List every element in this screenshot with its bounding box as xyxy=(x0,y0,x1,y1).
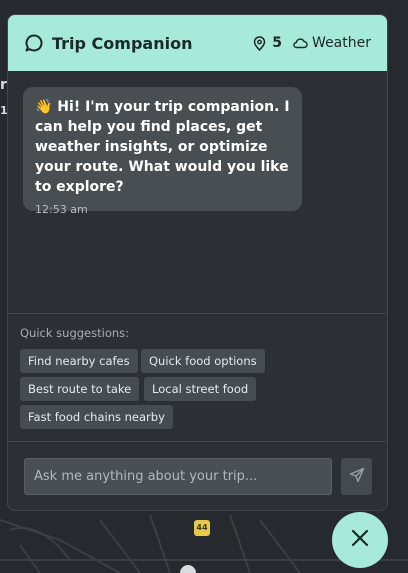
chat-input[interactable] xyxy=(24,458,332,495)
divider xyxy=(8,441,387,442)
message-text: 👋 Hi! I'm your trip companion. I can hel… xyxy=(35,99,290,195)
assistant-message-bubble: 👋 Hi! I'm your trip companion. I can hel… xyxy=(23,87,302,216)
quick-suggestions-label: Quick suggestions: xyxy=(20,326,130,340)
location-marker[interactable] xyxy=(180,565,196,573)
map-pin-icon xyxy=(252,35,267,51)
send-icon xyxy=(349,467,365,487)
panel-header: Trip Companion 5 Weather xyxy=(8,15,387,71)
cloud-icon xyxy=(292,36,308,50)
suggestion-chip[interactable]: Find nearby cafes xyxy=(20,349,138,373)
message-timestamp: 12:53 am xyxy=(35,203,88,216)
close-chat-button[interactable] xyxy=(332,512,388,568)
places-count: 5 xyxy=(272,35,283,51)
suggestion-chip[interactable]: Best route to take xyxy=(20,377,140,401)
suggestion-chip[interactable]: Local street food xyxy=(144,377,257,401)
divider xyxy=(8,313,387,314)
suggestion-chip[interactable]: Fast food chains nearby xyxy=(20,405,173,429)
weather-button[interactable]: Weather xyxy=(292,35,371,51)
trip-companion-panel: Trip Companion 5 Weather 👋 Hi! I'm your … xyxy=(7,14,388,511)
send-button[interactable] xyxy=(341,458,372,495)
close-icon xyxy=(351,529,369,551)
road-badge: 44 xyxy=(194,520,210,536)
panel-title: Trip Companion xyxy=(52,33,193,53)
weather-label: Weather xyxy=(312,35,371,51)
suggestion-chip[interactable]: Quick food options xyxy=(141,349,265,373)
chat-icon xyxy=(24,33,44,53)
map-label: r xyxy=(0,77,7,93)
